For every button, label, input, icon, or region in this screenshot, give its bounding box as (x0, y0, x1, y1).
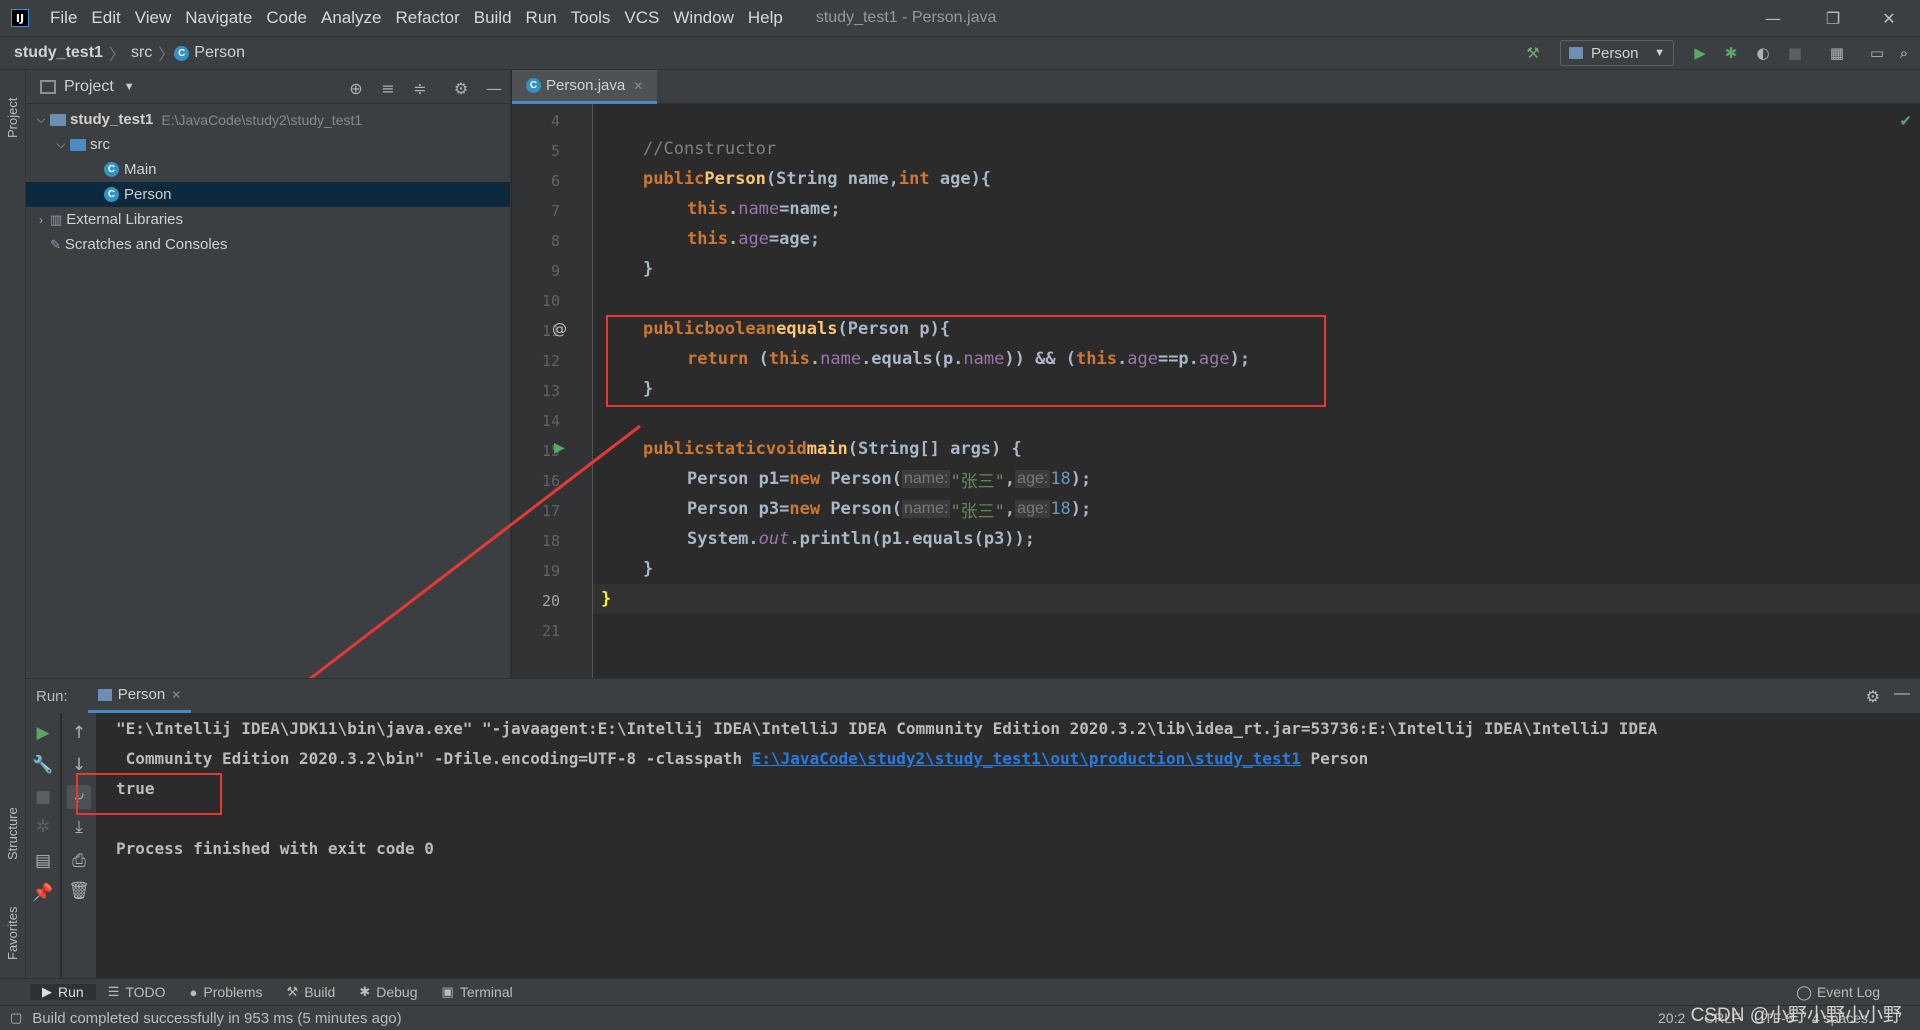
tab-terminal[interactable]: ▣ Terminal (430, 984, 525, 1000)
run-toolbar-right: ↑ ↓ ⤶ ⤓ ⎙ 🗑 (62, 713, 96, 979)
highlight-box-output (76, 773, 222, 815)
hammer-icon: ⚒ (286, 984, 299, 999)
caret-position[interactable]: 20:2 (1658, 1010, 1685, 1026)
hide-icon[interactable]: — (1894, 685, 1910, 703)
bottom-tool-tabs: ▶ Run ☰ TODO ● Problems ⚒ Build ✱ Debug ▣ Term… (0, 978, 1920, 1005)
run-panel-label: Run: (36, 687, 68, 705)
problems-icon: ● (189, 984, 198, 1000)
rerun-icon[interactable]: ▶ (31, 721, 55, 745)
application-config-icon (97, 688, 112, 701)
gear-icon[interactable]: ⚙ (1866, 687, 1880, 707)
arrow-up-icon[interactable]: ↑ (67, 721, 91, 745)
stop-icon[interactable]: ■ (31, 785, 55, 809)
classpath-link[interactable]: E:\JavaCode\study2\study_test1\out\produ… (752, 749, 1301, 768)
run-panel: Run: Person ✕ ⚙ — ▶ 🔧 ■ ✲ ▤ 📌 ↑ ↓ ⤶ ⤓ ⎙ … (26, 678, 1920, 979)
tab-debug[interactable]: ✱ Debug (347, 984, 429, 1000)
close-tab-icon[interactable]: ✕ (171, 688, 181, 702)
tab-todo[interactable]: ☰ TODO (96, 984, 178, 1000)
bug-icon: ✱ (359, 984, 371, 999)
status-bar: ▢ Build completed successfully in 953 ms… (0, 1005, 1920, 1030)
trash-icon[interactable]: 🗑 (67, 879, 91, 903)
wrench-icon[interactable]: 🔧 (31, 753, 55, 777)
pin-icon[interactable]: 📌 (31, 881, 55, 905)
terminal-icon: ▣ (441, 984, 454, 999)
tab-problems[interactable]: ● Problems (178, 984, 275, 1000)
run-tab-person[interactable]: Person ✕ (87, 679, 192, 713)
event-log-button[interactable]: ◯ Event Log (1796, 984, 1880, 1001)
tab-run[interactable]: ▶ Run (30, 984, 96, 1000)
list-icon: ☰ (107, 984, 120, 999)
print-icon[interactable]: ⎙ (67, 849, 91, 873)
console-command-line-2: Community Edition 2020.3.2\bin" -Dfile.e… (116, 749, 1369, 768)
layout-icon[interactable]: ▤ (31, 849, 55, 873)
run-icon: ▶ (42, 984, 52, 999)
csdn-watermark: CSDN @小野小野小小野 (1690, 1005, 1902, 1026)
scroll-to-end-icon[interactable]: ⤓ (67, 815, 91, 839)
status-message: Build completed successfully in 953 ms (… (32, 1009, 402, 1027)
toggle-tool-windows-icon[interactable]: ▢ (10, 1010, 22, 1026)
run-toolbar-left: ▶ 🔧 ■ ✲ ▤ 📌 (26, 713, 60, 979)
run-panel-header: Run: Person ✕ ⚙ — (26, 679, 1920, 713)
console-command-line-1: "E:\Intellij IDEA\JDK11\bin\java.exe" "-… (116, 719, 1658, 738)
restore-layout-icon[interactable]: ✲ (31, 815, 55, 839)
tab-build[interactable]: ⚒ Build (275, 984, 348, 1000)
console-exit-message: Process finished with exit code 0 (116, 839, 434, 858)
event-log-icon: ◯ (1796, 983, 1812, 1000)
run-tab-label: Person (117, 686, 166, 703)
